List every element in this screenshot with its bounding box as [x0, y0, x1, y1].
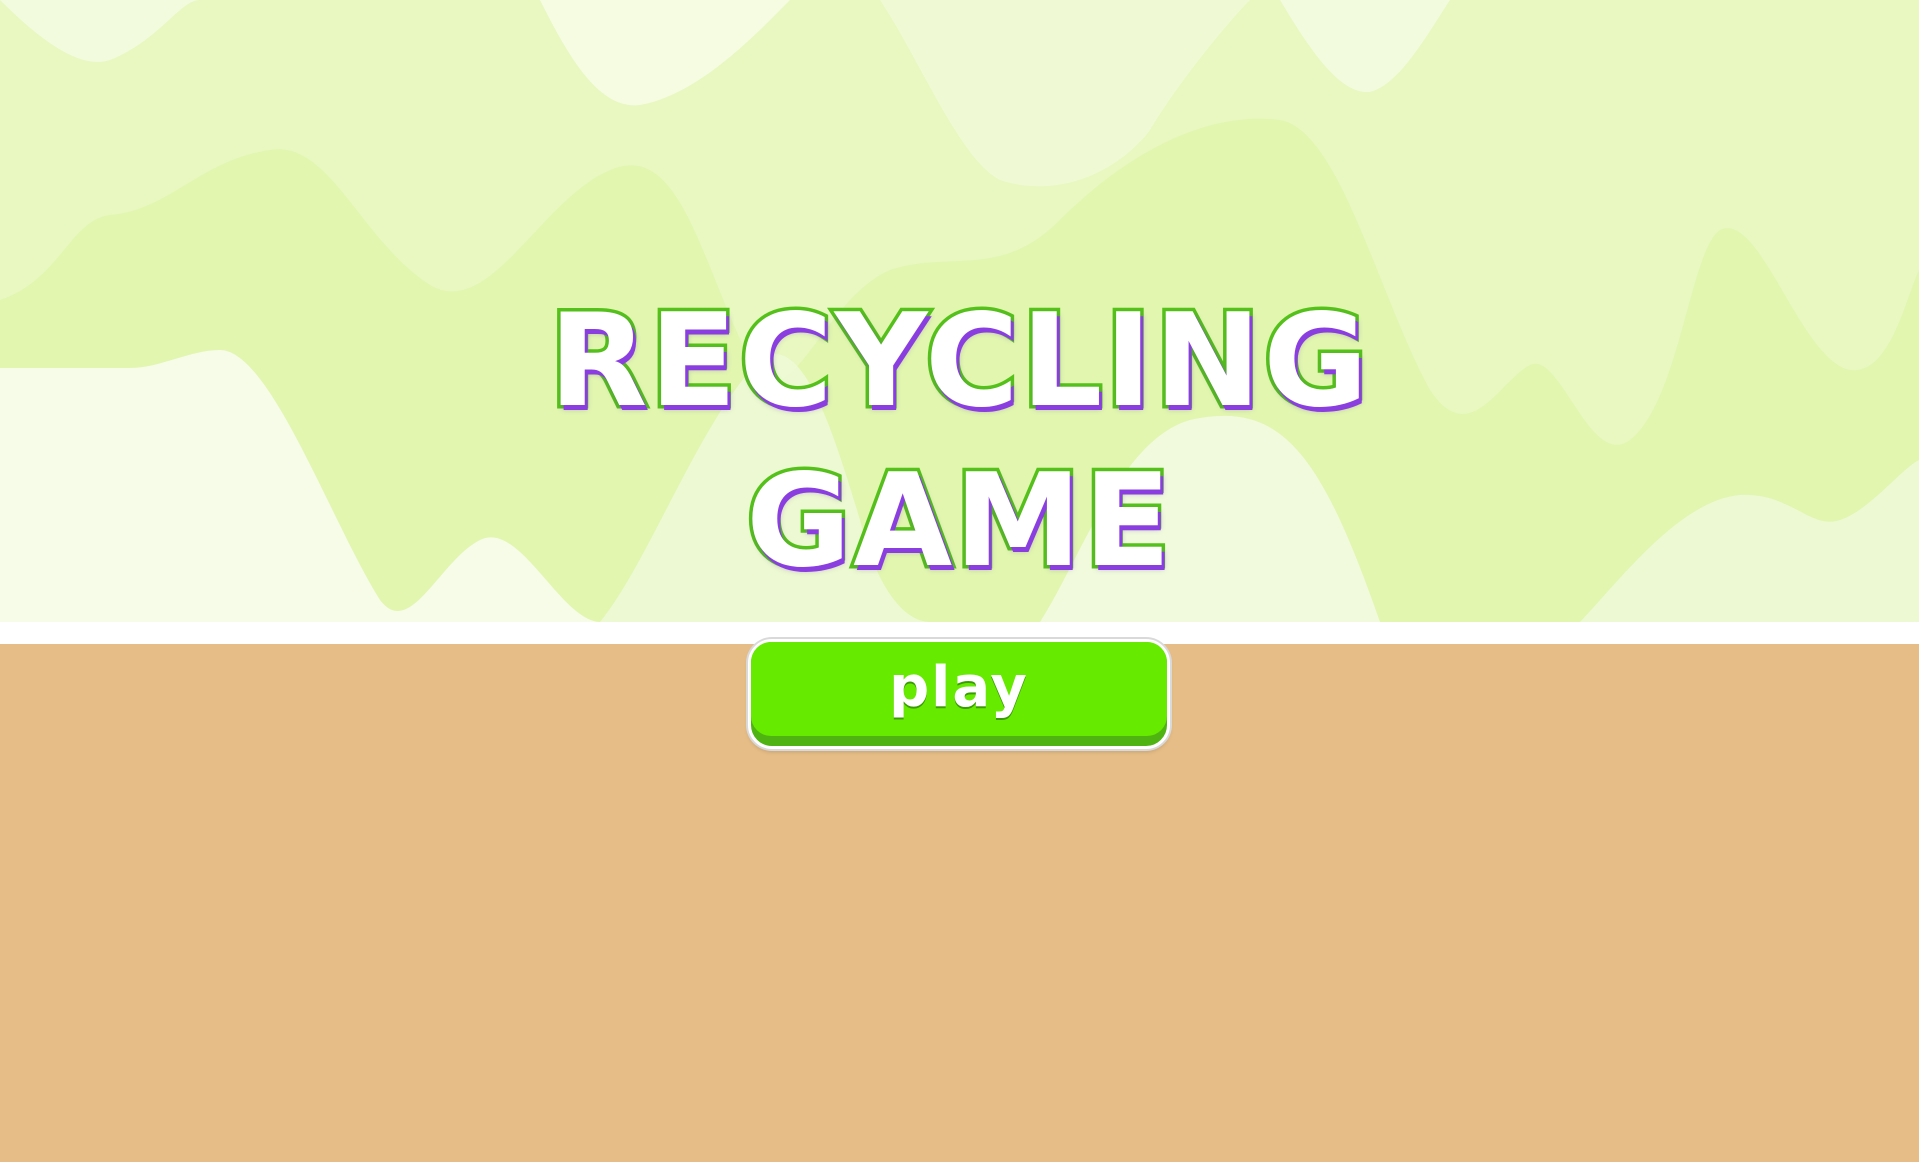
play-button[interactable]: play [748, 639, 1170, 749]
play-button-face: play [751, 642, 1167, 736]
game-title-line-1: RECYCLING [545, 284, 1371, 440]
game-title-line-2: GAME [743, 444, 1175, 600]
game-screen: RECYCLING GAME play [0, 0, 1919, 1162]
play-button-label: play [889, 654, 1029, 720]
game-title: RECYCLING GAME [0, 282, 1919, 602]
